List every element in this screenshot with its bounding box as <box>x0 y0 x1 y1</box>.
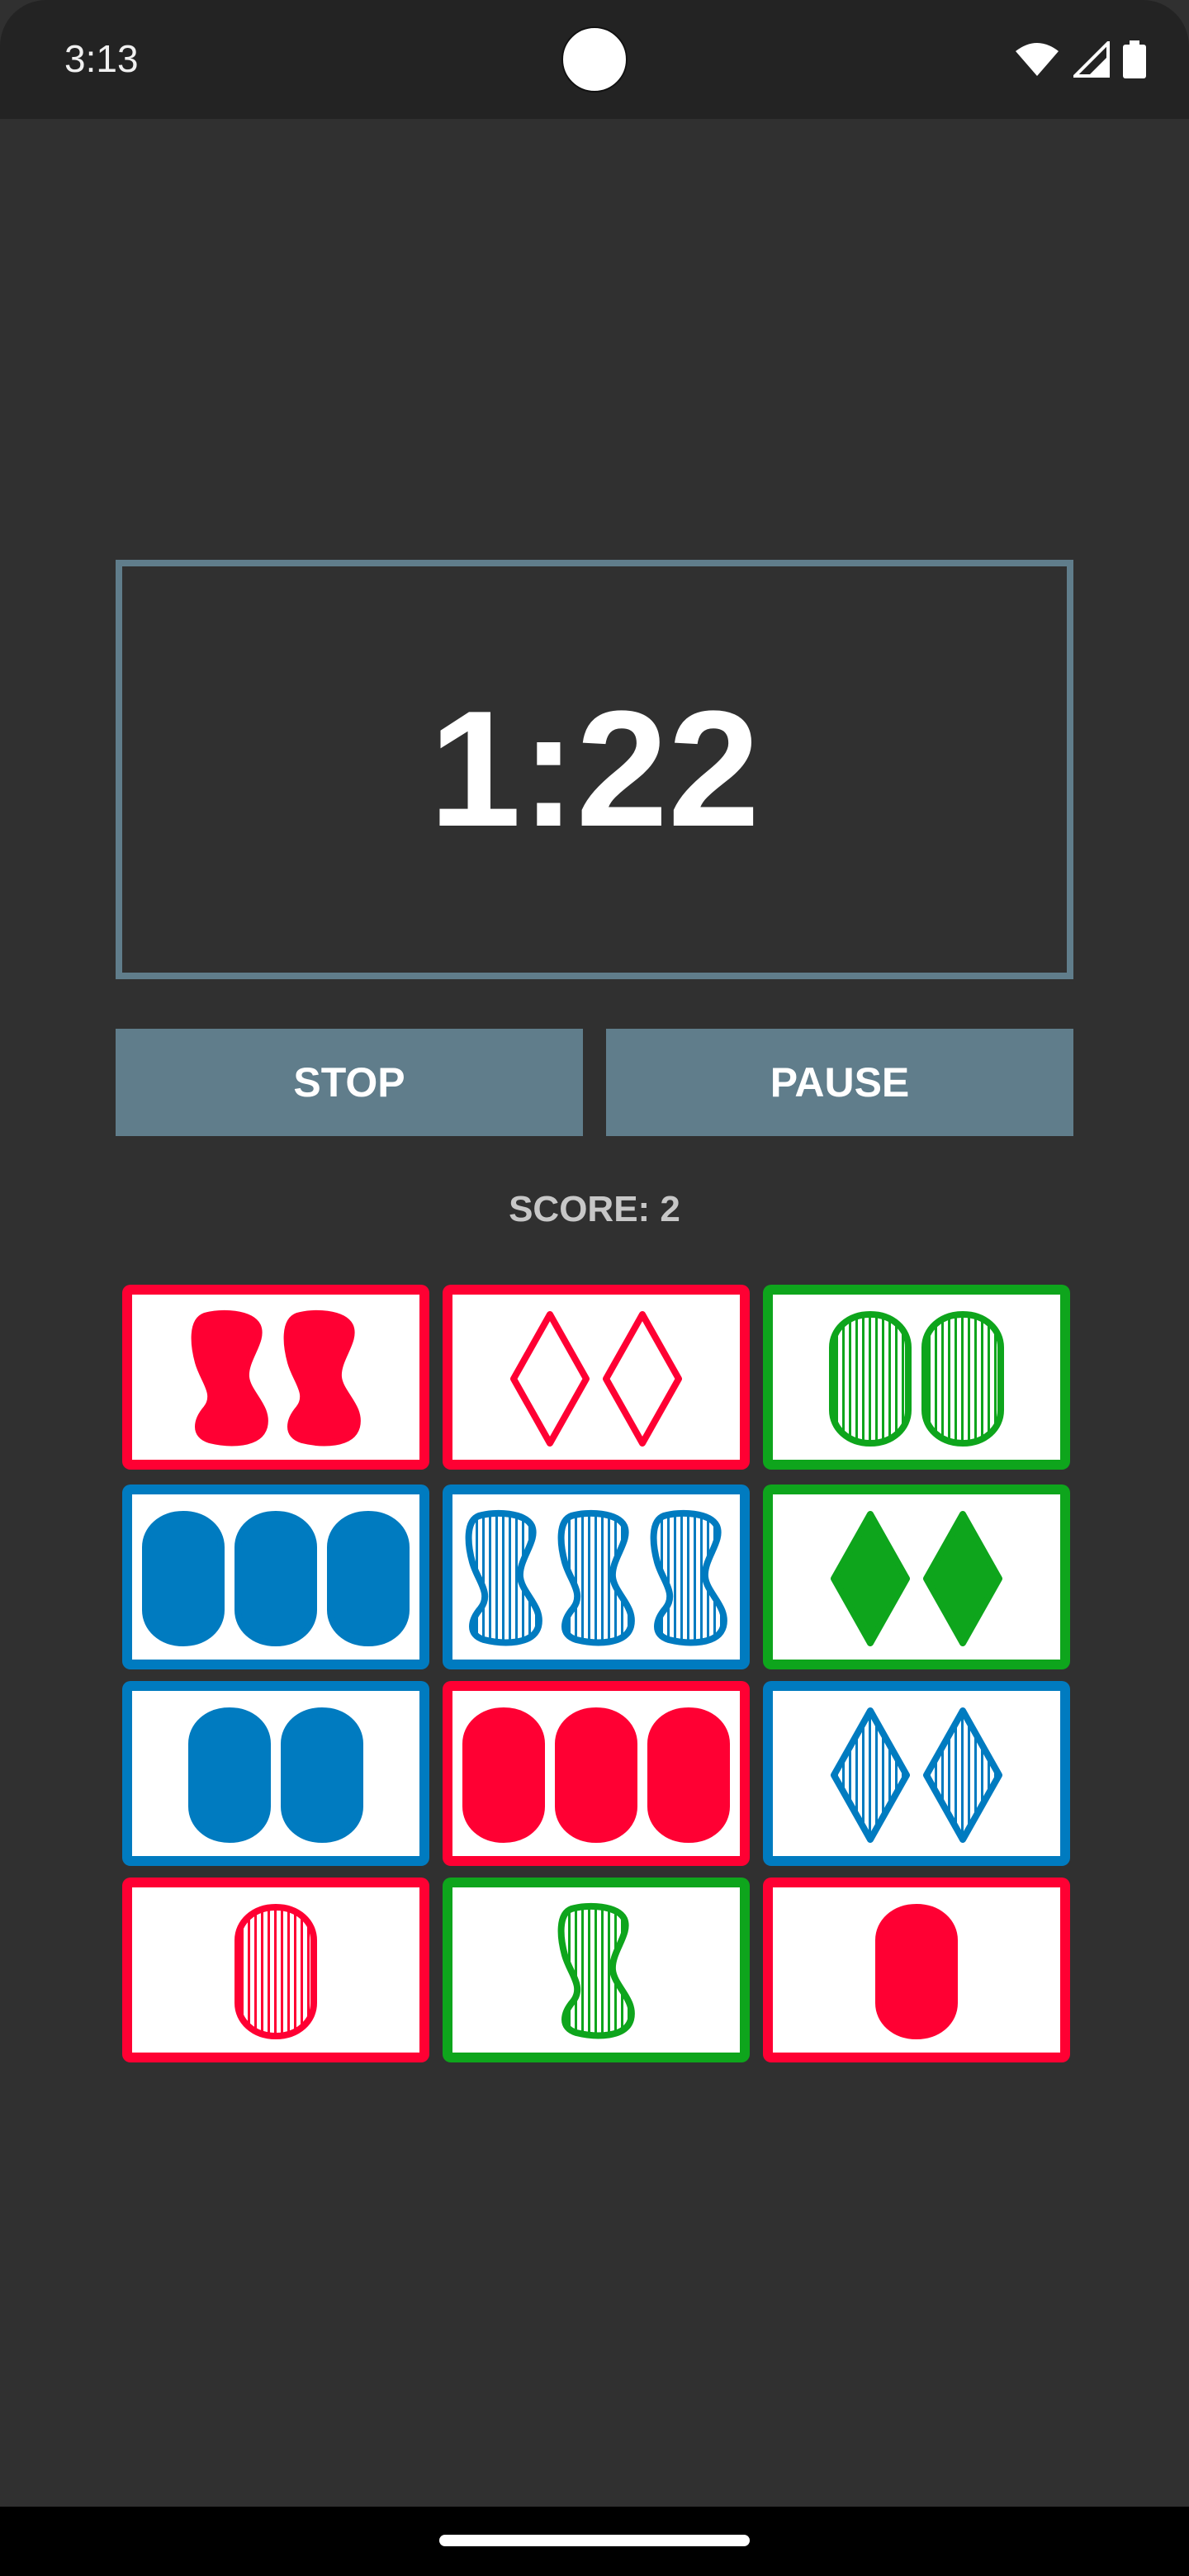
oval-symbol <box>234 1904 317 2039</box>
card-symbols <box>510 1311 682 1447</box>
squiggle-symbol <box>650 1509 727 1646</box>
oval-symbol <box>188 1707 271 1843</box>
card-symbols <box>234 1904 317 2039</box>
timer-value: 1:22 <box>429 677 760 861</box>
card-3-blue-solid-oval[interactable] <box>122 1485 429 1669</box>
oval-symbol <box>555 1707 637 1843</box>
oval-symbol <box>462 1707 545 1843</box>
signal-icon <box>1073 41 1110 78</box>
squiggle-symbol <box>191 1309 268 1447</box>
card-2-green-striped-oval[interactable] <box>763 1285 1070 1470</box>
squiggle-symbol <box>557 1509 635 1646</box>
diamond-symbol <box>831 1511 910 1646</box>
home-gesture-handle[interactable] <box>439 2535 750 2546</box>
card-symbols <box>142 1511 410 1646</box>
squiggle-symbol <box>557 1902 635 2039</box>
oval-symbol <box>327 1511 410 1646</box>
squiggle-symbol <box>465 1509 542 1646</box>
diamond-symbol <box>510 1311 590 1447</box>
oval-symbol <box>875 1904 958 2039</box>
card-2-green-solid-diamond[interactable] <box>763 1485 1070 1669</box>
diamond-symbol <box>923 1511 1002 1646</box>
timer-display: 1:22 <box>116 560 1073 979</box>
diamond-symbol <box>923 1707 1002 1843</box>
stop-button[interactable]: STOP <box>116 1029 583 1136</box>
card-symbols <box>188 1707 363 1843</box>
wifi-icon <box>1016 43 1059 76</box>
squiggle-symbol <box>283 1309 361 1447</box>
oval-symbol <box>234 1511 317 1646</box>
card-2-blue-striped-diamond[interactable] <box>763 1681 1070 1866</box>
card-symbols <box>829 1311 1004 1447</box>
card-symbols <box>465 1509 727 1646</box>
pause-button[interactable]: PAUSE <box>606 1029 1073 1136</box>
card-symbols <box>462 1707 730 1843</box>
oval-symbol <box>647 1707 730 1843</box>
camera-cutout <box>561 26 628 92</box>
diamond-symbol <box>603 1311 682 1447</box>
card-1-green-striped-squiggle[interactable] <box>443 1878 750 2062</box>
card-2-red-solid-squiggle[interactable] <box>122 1285 429 1470</box>
oval-symbol <box>142 1511 225 1646</box>
card-symbols <box>191 1309 361 1447</box>
card-grid <box>0 0 1189 2576</box>
card-2-red-open-diamond[interactable] <box>443 1285 750 1470</box>
oval-symbol <box>281 1707 363 1843</box>
status-icons <box>1014 40 1146 79</box>
battery-icon <box>1123 40 1146 78</box>
oval-symbol <box>829 1311 912 1447</box>
oval-symbol <box>921 1311 1004 1447</box>
card-symbols <box>831 1511 1002 1646</box>
diamond-symbol <box>831 1707 910 1843</box>
score-label: SCORE: 2 <box>509 1189 680 1229</box>
card-3-blue-striped-squiggle[interactable] <box>443 1485 750 1669</box>
card-3-red-solid-oval[interactable] <box>443 1681 750 1866</box>
status-bar: 3:13 <box>0 0 1189 119</box>
card-2-blue-solid-oval[interactable] <box>122 1681 429 1866</box>
card-symbols <box>831 1707 1002 1843</box>
card-symbols <box>875 1904 958 2039</box>
card-1-red-striped-oval[interactable] <box>122 1878 429 2062</box>
card-symbols <box>557 1902 635 2039</box>
card-1-red-solid-oval[interactable] <box>763 1878 1070 2062</box>
status-time: 3:13 <box>64 37 139 80</box>
